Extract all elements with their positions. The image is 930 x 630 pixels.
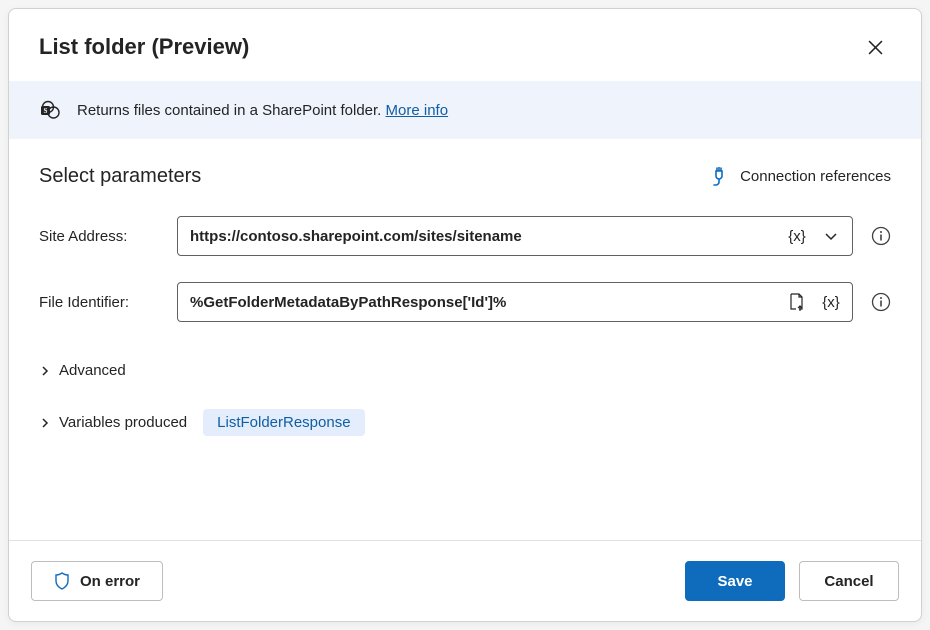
footer-actions: Save Cancel: [685, 561, 899, 601]
save-label: Save: [717, 573, 752, 590]
on-error-button[interactable]: On error: [31, 561, 163, 601]
file-identifier-input[interactable]: [190, 294, 776, 311]
more-info-link[interactable]: More info: [386, 102, 449, 119]
plug-icon: [710, 167, 728, 187]
sharepoint-icon: S: [39, 99, 61, 121]
file-identifier-row: File Identifier: {x}: [39, 282, 891, 322]
list-folder-dialog: List folder (Preview) S Returns files co…: [8, 8, 922, 622]
dialog-footer: On error Save Cancel: [9, 540, 921, 621]
connection-references-label: Connection references: [740, 168, 891, 185]
site-address-row: Site Address: {x}: [39, 216, 891, 256]
chevron-right-icon: [39, 365, 51, 377]
close-icon: [868, 40, 883, 55]
dialog-body: Select parameters Connection references …: [9, 139, 921, 540]
cancel-button[interactable]: Cancel: [799, 561, 899, 601]
chevron-right-icon: [39, 417, 51, 429]
banner-description: Returns files contained in a SharePoint …: [77, 102, 386, 119]
info-icon: [871, 226, 891, 246]
svg-text:S: S: [44, 107, 48, 115]
variable-picker-button[interactable]: {x}: [818, 289, 844, 315]
variables-produced-toggle[interactable]: Variables produced ListFolderResponse: [39, 403, 891, 442]
save-button[interactable]: Save: [685, 561, 785, 601]
close-button[interactable]: [859, 31, 891, 63]
chevron-down-icon: [824, 229, 838, 243]
info-banner: S Returns files contained in a SharePoin…: [9, 81, 921, 139]
file-select-icon: [788, 292, 806, 312]
file-picker-button[interactable]: [784, 289, 810, 315]
cancel-label: Cancel: [824, 573, 873, 590]
dialog-title: List folder (Preview): [39, 34, 249, 60]
variable-picker-button[interactable]: {x}: [784, 223, 810, 249]
advanced-label: Advanced: [59, 362, 126, 379]
site-address-input-wrap: {x}: [177, 216, 853, 256]
select-parameters-title: Select parameters: [39, 165, 201, 188]
site-address-label: Site Address:: [39, 228, 159, 245]
file-identifier-label: File Identifier:: [39, 294, 159, 311]
dropdown-button[interactable]: [818, 223, 844, 249]
file-identifier-input-wrap: {x}: [177, 282, 853, 322]
banner-text: Returns files contained in a SharePoint …: [77, 102, 448, 119]
on-error-label: On error: [80, 573, 140, 590]
site-address-info-button[interactable]: [871, 226, 891, 246]
shield-icon: [54, 572, 70, 590]
connection-references-link[interactable]: Connection references: [710, 167, 891, 187]
file-identifier-info-button[interactable]: [871, 292, 891, 312]
dialog-header: List folder (Preview): [9, 9, 921, 81]
variable-chip[interactable]: ListFolderResponse: [203, 409, 364, 436]
advanced-toggle[interactable]: Advanced: [39, 356, 891, 385]
variables-produced-label: Variables produced: [59, 414, 187, 431]
site-address-input[interactable]: [190, 228, 776, 245]
info-icon: [871, 292, 891, 312]
params-header: Select parameters Connection references: [39, 165, 891, 188]
